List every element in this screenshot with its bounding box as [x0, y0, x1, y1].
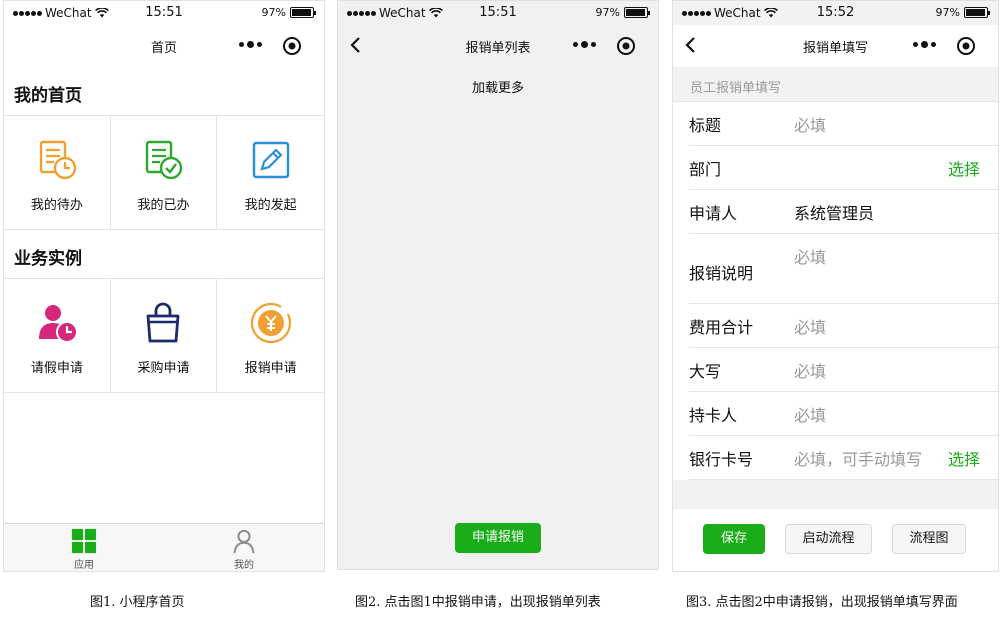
section-title-business: 业务实例 — [14, 249, 82, 269]
done-check-icon — [146, 140, 183, 180]
battery: 97% — [261, 6, 316, 19]
tab-apps[interactable]: 应用 — [4, 524, 164, 571]
battery: 97% — [935, 6, 990, 19]
nav-bar: 报销单列表 — [338, 25, 658, 67]
caption-fig1: 图1. 小程序首页 — [90, 595, 185, 610]
caption-fig3: 图3. 点击图2中申请报销，出现报销单填写界面 — [686, 595, 958, 610]
grid-item-purchase[interactable]: 采购申请 — [111, 279, 218, 392]
field-label: 银行卡号 — [689, 449, 754, 469]
caption-fig2: 图2. 点击图1中报销申请，出现报销单列表 — [355, 595, 601, 610]
tab-mine[interactable]: 我的 — [164, 524, 324, 571]
grid-item-label: 我的待办 — [30, 198, 83, 213]
grid-item-todo[interactable]: 我的待办 — [4, 116, 111, 229]
form-row-description[interactable]: 报销说明 必填 — [689, 234, 998, 304]
battery: 97% — [595, 6, 650, 19]
total-input[interactable]: 必填 — [794, 314, 980, 338]
battery-icon — [964, 7, 990, 18]
battery-percent: 97% — [261, 6, 286, 19]
battery-icon — [624, 7, 650, 18]
status-bar: WeChat 15:51 97% — [338, 1, 658, 25]
grid-item-label: 我的发起 — [244, 198, 297, 213]
page-title: 报销单列表 — [465, 41, 531, 56]
form-actions: 保存 启动流程 流程图 — [673, 509, 998, 571]
form-row-uppercase[interactable]: 大写 必填 — [689, 348, 998, 392]
todo-clock-icon — [39, 140, 77, 180]
grid-item-label: 采购申请 — [137, 361, 190, 376]
grid-item-leave[interactable]: 请假申请 — [4, 279, 111, 392]
reimburse-coin-icon — [250, 302, 291, 344]
form-header: 员工报销单填写 — [690, 81, 782, 96]
grid-apps-icon — [71, 528, 97, 554]
grid-item-label: 报销申请 — [244, 361, 297, 376]
tab-label: 应用 — [74, 560, 94, 571]
more-menu-icon[interactable] — [913, 41, 936, 48]
start-flow-button[interactable]: 启动流程 — [785, 524, 872, 554]
apply-reimburse-button[interactable]: 申请报销 — [455, 523, 541, 553]
form-row-bank-card[interactable]: 银行卡号 必填，可手动填写 选择 — [689, 436, 998, 480]
grid-item-reimburse[interactable]: 报销申请 — [217, 279, 324, 392]
grid-item-initiated[interactable]: 我的发起 — [217, 116, 324, 229]
tab-label: 我的 — [234, 560, 254, 571]
field-label: 申请人 — [689, 203, 738, 223]
tab-bar: 应用 我的 — [4, 523, 324, 571]
title-input[interactable]: 必填 — [794, 112, 980, 136]
form-row-total[interactable]: 费用合计 必填 — [689, 304, 998, 348]
field-label: 部门 — [689, 159, 722, 179]
leave-person-clock-icon — [38, 305, 78, 343]
battery-percent: 97% — [595, 6, 620, 19]
reimburse-form: 标题 必填 部门 选择 申请人 系统管理员 报销说明 必填 费用合计 必填 大写… — [673, 101, 998, 480]
bank-card-input[interactable]: 必填，可手动填写 — [794, 446, 948, 470]
screen-reimburse-form: WeChat 15:52 97% 报销单填写 员工报销单填写 标题 必填 部门 … — [672, 0, 999, 572]
battery-icon — [290, 7, 316, 18]
form-row-title[interactable]: 标题 必填 — [689, 102, 998, 146]
screen-reimburse-list: WeChat 15:51 97% 报销单列表 加载更多 申请报销 — [337, 0, 659, 570]
section-title-my-home: 我的首页 — [14, 86, 82, 106]
close-capsule-icon[interactable] — [956, 36, 976, 56]
screen-home: WeChat 15:51 97% 首页 我的首页 我的待办 我的已办 我的发起 … — [3, 0, 325, 572]
form-row-department[interactable]: 部门 选择 — [689, 146, 998, 190]
status-bar: WeChat 15:51 97% — [4, 1, 324, 25]
person-icon — [233, 529, 255, 554]
more-menu-icon[interactable] — [239, 41, 262, 48]
nav-bar: 报销单填写 — [673, 25, 998, 67]
battery-percent: 97% — [935, 6, 960, 19]
grid-item-label: 我的已办 — [137, 198, 190, 213]
field-label: 报销说明 — [689, 264, 754, 283]
shopping-bag-icon — [147, 302, 180, 343]
applicant-value: 系统管理员 — [794, 203, 875, 223]
field-label: 大写 — [689, 361, 722, 381]
grid-item-done[interactable]: 我的已办 — [111, 116, 218, 229]
save-button[interactable]: 保存 — [703, 524, 765, 554]
flow-chart-button[interactable]: 流程图 — [892, 524, 966, 554]
field-label: 费用合计 — [689, 317, 754, 337]
more-menu-icon[interactable] — [573, 41, 596, 48]
close-capsule-icon[interactable] — [616, 36, 636, 56]
page-title: 报销单填写 — [802, 41, 868, 56]
close-capsule-icon[interactable] — [282, 36, 302, 56]
grid-item-label: 请假申请 — [30, 361, 83, 376]
form-row-cardholder[interactable]: 持卡人 必填 — [689, 392, 998, 436]
edit-pencil-icon — [252, 141, 289, 179]
field-label: 持卡人 — [689, 405, 738, 425]
my-home-grid: 我的待办 我的已办 我的发起 — [4, 115, 324, 230]
form-row-applicant: 申请人 系统管理员 — [689, 190, 998, 234]
description-textarea[interactable]: 必填 — [794, 244, 980, 268]
bank-card-select-button[interactable]: 选择 — [948, 446, 980, 470]
status-bar: WeChat 15:52 97% — [673, 1, 998, 25]
nav-bar: 首页 — [4, 25, 324, 67]
page-title: 首页 — [150, 41, 177, 56]
department-select-button[interactable]: 选择 — [948, 156, 980, 180]
cardholder-input[interactable]: 必填 — [794, 402, 980, 426]
business-grid: 请假申请 采购申请 报销申请 — [4, 278, 324, 393]
load-more-link[interactable]: 加载更多 — [338, 77, 658, 96]
field-label: 标题 — [689, 115, 722, 135]
uppercase-input[interactable]: 必填 — [794, 358, 980, 382]
